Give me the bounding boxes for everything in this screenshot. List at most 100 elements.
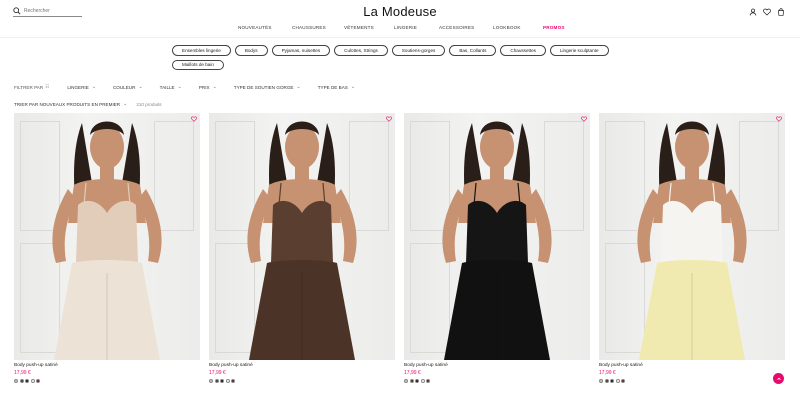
search-input[interactable] [24, 8, 80, 14]
color-swatch[interactable] [25, 379, 29, 383]
product-card[interactable]: Body push-up satiné 17,99 € [599, 113, 785, 383]
category-chip[interactable]: Soutiens-gorges [391, 45, 446, 56]
color-swatch[interactable] [604, 379, 609, 383]
color-swatch[interactable] [621, 379, 625, 383]
color-swatch[interactable] [599, 379, 603, 383]
nav-item-accessoires[interactable]: ACCESSOIRES [439, 25, 474, 30]
product-price: 17,99 € [404, 370, 421, 376]
filter-settings-icon: ☷ [45, 84, 50, 89]
model-photo [442, 121, 552, 360]
chevron-up-icon [776, 377, 781, 380]
chevron-down-icon: ⌄ [177, 84, 182, 90]
color-swatch[interactable] [231, 379, 235, 383]
product-price: 17,99 € [599, 370, 616, 376]
product-price: 17,99 € [14, 370, 31, 376]
color-swatch[interactable] [220, 379, 224, 383]
product-count: 210 produits [136, 101, 162, 107]
product-image[interactable] [209, 113, 395, 360]
product-card[interactable]: Body push-up satiné 17,99 € [404, 113, 590, 383]
filter-label: LINGERIE [67, 84, 89, 90]
category-chip[interactable]: Lingerie sculptante [549, 45, 609, 56]
site-header: La Modeuse NOUVEAUTÉS CHAUSSURES VÊTEMENTS… [0, 0, 800, 38]
model-photo [247, 121, 357, 360]
search-icon [13, 7, 21, 15]
nav-item-promos[interactable]: PROMOS [543, 25, 565, 30]
chevron-down-icon: ⌄ [91, 84, 96, 90]
filter-dropdown[interactable]: TYPE DE SOUTIEN GORGE ⌄ [234, 84, 301, 90]
color-swatch[interactable] [415, 379, 419, 383]
product-image[interactable] [14, 113, 200, 360]
product-name[interactable]: Body push-up satiné [599, 363, 785, 368]
color-swatch[interactable] [404, 379, 408, 383]
sort-dropdown[interactable]: TRIER PAR NOUVEAUX PRODUITS EN PREMIER [14, 102, 120, 107]
nav-item-nouveautes[interactable]: NOUVEAUTÉS [238, 25, 272, 30]
chevron-down-icon: ⌄ [212, 84, 217, 90]
favorite-heart-icon[interactable] [386, 116, 392, 122]
chevron-down-icon: ⌄ [138, 84, 143, 90]
filter-dropdown[interactable]: COULEUR ⌄ [113, 84, 143, 90]
category-chip[interactable]: Pyjamas, nuisettes [271, 45, 331, 56]
color-swatch[interactable] [14, 379, 18, 383]
nav-item-lingerie[interactable]: LINGERIE [394, 25, 417, 30]
filter-bar: FILTRER PAR ☷ LINGERIE ⌄ COULEUR ⌄ TAILLE ⌄ PR… [14, 84, 372, 90]
product-name[interactable]: Body push-up satiné [209, 363, 395, 368]
product-card[interactable]: Body push-up satiné 17,99 € [209, 113, 395, 383]
color-swatch[interactable] [420, 379, 425, 383]
category-chip[interactable]: Ensembles lingerie [172, 45, 231, 56]
chevron-down-icon: ⌄ [123, 101, 128, 107]
sort-bar: TRIER PAR NOUVEAUX PRODUITS EN PREMIER ⌄… [14, 101, 162, 107]
search-bar[interactable] [13, 6, 82, 17]
product-info: Body push-up satiné 17,99 € [209, 360, 395, 383]
nav-item-chaussures[interactable]: CHAUSSURES [292, 25, 326, 30]
color-swatch[interactable] [610, 379, 614, 383]
product-grid: Body push-up satiné 17,99 € Body push-up s… [14, 113, 786, 400]
model-photo [637, 121, 747, 360]
category-chip[interactable]: Culottes, Strings [334, 45, 388, 56]
product-name[interactable]: Body push-up satiné [14, 363, 200, 368]
site-logo[interactable]: La Modeuse [363, 4, 437, 19]
category-chip[interactable]: Chaussettes [500, 45, 546, 56]
filter-label: TAILLE [159, 84, 175, 90]
color-swatch[interactable] [426, 379, 430, 383]
wishlist-heart-icon[interactable] [763, 8, 771, 16]
color-swatch[interactable] [409, 379, 414, 383]
category-chip[interactable]: Maillots de bain [172, 59, 224, 70]
color-swatches [209, 379, 395, 383]
filter-dropdown[interactable]: TYPE DE BAS ⌄ [318, 84, 355, 90]
product-image[interactable] [599, 113, 785, 360]
color-swatch[interactable] [225, 379, 230, 383]
account-icon[interactable] [749, 8, 757, 16]
color-swatches [599, 379, 785, 383]
nav-item-lookbook[interactable]: LOOKBOOK [493, 25, 521, 30]
product-info: Body push-up satiné 17,99 € [404, 360, 590, 383]
product-info: Body push-up satiné 17,99 € [14, 360, 200, 383]
chevron-down-icon: ⌄ [350, 84, 356, 90]
color-swatch[interactable] [214, 379, 219, 383]
color-swatch[interactable] [615, 379, 620, 383]
scroll-to-top-button[interactable] [773, 373, 784, 384]
filter-dropdown[interactable]: TAILLE ⌄ [160, 84, 182, 90]
category-chips: Ensembles lingerie Bodys Pyjamas, nuisette… [172, 45, 632, 70]
category-chip[interactable]: Bas, Collants [449, 45, 497, 56]
product-card[interactable]: Body push-up satiné 17,99 € [14, 113, 200, 383]
color-swatches [14, 379, 200, 383]
product-image[interactable] [404, 113, 590, 360]
cart-bag-icon[interactable] [777, 8, 785, 16]
filter-by-toggle[interactable]: FILTRER PAR ☷ [14, 84, 49, 90]
nav-item-vetements[interactable]: VÊTEMENTS [344, 25, 374, 30]
color-swatch[interactable] [19, 379, 24, 383]
category-chip[interactable]: Bodys [234, 45, 268, 56]
favorite-heart-icon[interactable] [776, 116, 782, 122]
color-swatch[interactable] [36, 379, 40, 383]
favorite-heart-icon[interactable] [581, 116, 587, 122]
favorite-heart-icon[interactable] [191, 116, 197, 122]
filter-label: TYPE DE SOUTIEN GORGE [233, 84, 294, 90]
color-swatch[interactable] [209, 379, 213, 383]
filter-by-label: FILTRER PAR [14, 84, 44, 90]
product-name[interactable]: Body push-up satiné [404, 363, 590, 368]
model-photo [52, 121, 162, 360]
color-swatch[interactable] [30, 379, 35, 383]
color-swatches [404, 379, 590, 383]
filter-dropdown[interactable]: LINGERIE ⌄ [67, 84, 96, 90]
filter-dropdown[interactable]: PRIX ⌄ [199, 84, 217, 90]
